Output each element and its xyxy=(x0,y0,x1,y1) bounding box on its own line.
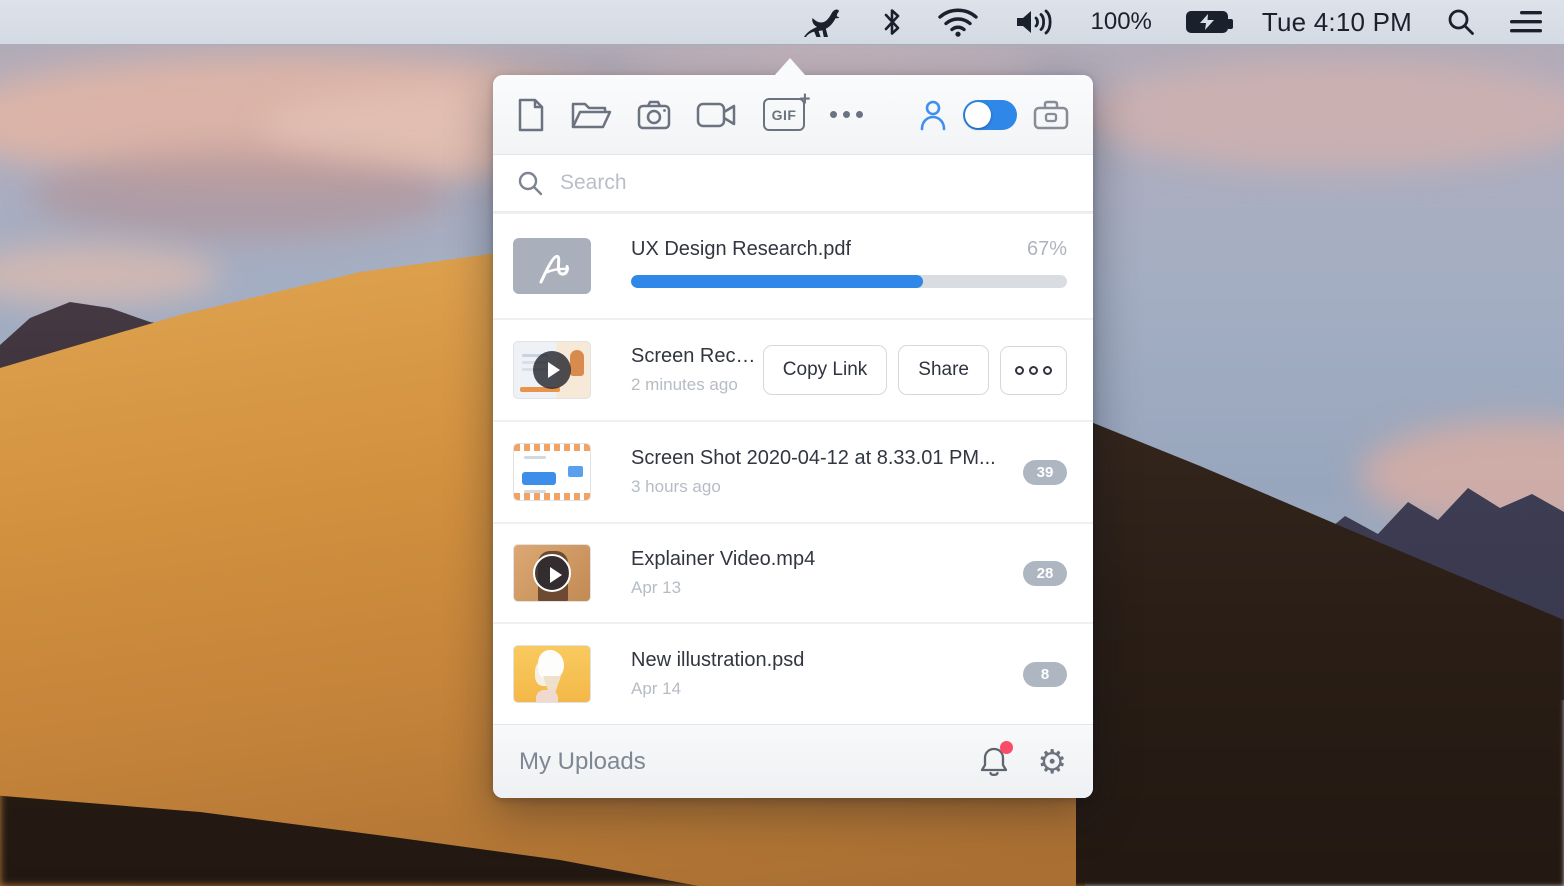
play-icon xyxy=(533,351,571,389)
play-icon xyxy=(533,554,571,592)
popup-footer: My Uploads ⚙ xyxy=(493,724,1093,798)
kangaroo-app-icon[interactable] xyxy=(801,0,847,45)
pdf-file-icon xyxy=(513,238,591,294)
upload-progress-label: 67% xyxy=(1027,238,1067,261)
screen-record-video-icon[interactable] xyxy=(696,100,738,130)
new-file-icon[interactable] xyxy=(517,98,545,132)
notifications-bell-icon[interactable] xyxy=(979,745,1009,779)
toggle-knob[interactable] xyxy=(965,102,991,128)
upload-item-pdf[interactable]: UX Design Research.pdf 67% xyxy=(493,212,1093,318)
volume-icon[interactable] xyxy=(1013,0,1057,45)
person-icon xyxy=(919,99,947,131)
battery-charging-icon[interactable] xyxy=(1186,0,1228,45)
open-folder-icon[interactable] xyxy=(570,99,612,131)
item-meta: 3 hours ago xyxy=(631,477,1023,497)
gif-icon[interactable]: GIF + xyxy=(763,98,805,131)
notification-dot xyxy=(1000,741,1013,754)
menu-bar: 100% Tue 4:10 PM xyxy=(0,0,1564,45)
item-title: Screen Record... xyxy=(631,345,763,368)
search-input[interactable] xyxy=(560,171,1069,195)
screenshot-thumbnail[interactable] xyxy=(513,443,591,501)
item-title: New illustration.psd xyxy=(631,649,1023,672)
item-meta: Apr 13 xyxy=(631,578,1023,598)
popup-toolbar: GIF + xyxy=(493,75,1093,155)
recording-thumbnail[interactable] xyxy=(513,341,591,399)
screenshot-camera-icon[interactable] xyxy=(637,100,671,130)
battery-percent: 100% xyxy=(1091,0,1152,45)
wifi-icon[interactable] xyxy=(937,0,979,45)
settings-gear-icon[interactable]: ⚙ xyxy=(1037,745,1067,778)
more-ellipsis-icon[interactable] xyxy=(830,111,863,118)
search-icon xyxy=(517,170,544,197)
list-menu-icon[interactable] xyxy=(1510,0,1542,45)
video-thumbnail[interactable] xyxy=(513,544,591,602)
item-title: Screen Shot 2020-04-12 at 8.33.01 PM... xyxy=(631,447,1023,470)
view-count-badge: 39 xyxy=(1023,460,1067,485)
gif-plus: + xyxy=(799,89,811,111)
upload-item-psd[interactable]: New illustration.psd Apr 14 8 xyxy=(493,622,1093,724)
gif-label: GIF xyxy=(772,107,797,123)
briefcase-icon xyxy=(1033,99,1069,131)
personal-team-toggle[interactable] xyxy=(963,100,1017,130)
item-title: Explainer Video.mp4 xyxy=(631,548,1023,571)
illustration-thumbnail[interactable] xyxy=(513,645,591,703)
menu-bar-clock[interactable]: Tue 4:10 PM xyxy=(1262,0,1412,45)
progress-bar xyxy=(631,275,1067,288)
item-meta: 2 minutes ago xyxy=(631,375,763,395)
upload-item-recording[interactable]: Screen Record... 2 minutes ago Copy Link… xyxy=(493,318,1093,420)
upload-title: UX Design Research.pdf xyxy=(631,238,851,261)
view-count-badge: 28 xyxy=(1023,561,1067,586)
more-options-button[interactable] xyxy=(1000,346,1067,395)
search-bar xyxy=(493,155,1093,212)
upload-item-video[interactable]: Explainer Video.mp4 Apr 13 28 xyxy=(493,522,1093,622)
copy-link-button[interactable]: Copy Link xyxy=(763,345,888,395)
spotlight-search-icon[interactable] xyxy=(1446,0,1476,45)
bluetooth-icon[interactable] xyxy=(881,0,903,45)
item-meta: Apr 14 xyxy=(631,679,1023,699)
share-button[interactable]: Share xyxy=(898,345,989,395)
cloud-app-popup: GIF + xyxy=(493,75,1093,798)
view-count-badge: 8 xyxy=(1023,662,1067,687)
desktop: 100% Tue 4:10 PM xyxy=(0,0,1564,886)
cloud xyxy=(30,150,450,240)
progress-bar-fill xyxy=(631,275,923,288)
my-uploads-label[interactable]: My Uploads xyxy=(519,748,646,776)
upload-item-screenshot[interactable]: Screen Shot 2020-04-12 at 8.33.01 PM... … xyxy=(493,420,1093,522)
